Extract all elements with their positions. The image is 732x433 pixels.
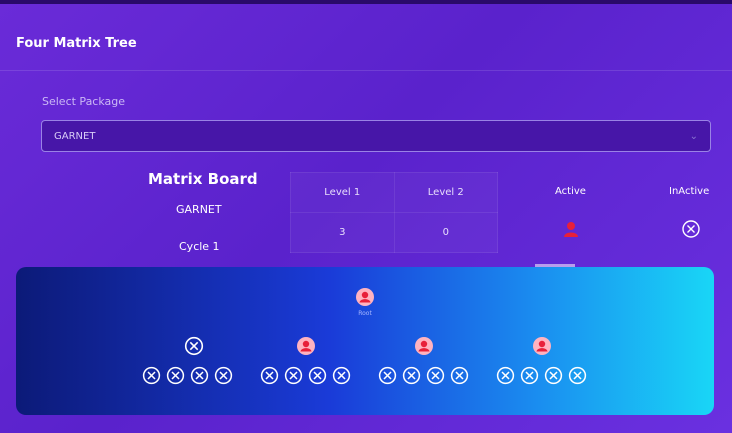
branch-4-slots <box>496 366 587 389</box>
matrix-board-title: Matrix Board <box>148 170 258 188</box>
page-title: Four Matrix Tree <box>16 36 137 51</box>
level-table: Level 1 Level 2 3 0 <box>290 172 498 253</box>
slot-2-2[interactable] <box>284 366 303 389</box>
package-select[interactable]: GARNET ⌄ <box>41 120 711 152</box>
select-package-label: Select Package <box>42 95 126 108</box>
root-label: Root <box>358 310 372 317</box>
user-icon <box>533 337 551 355</box>
root-node[interactable]: Root <box>355 287 375 317</box>
x-circle-icon <box>332 366 351 385</box>
matrix-board-cycle: Cycle 1 <box>179 240 220 253</box>
slot-1-2[interactable] <box>166 366 185 389</box>
x-circle-icon <box>496 366 515 385</box>
x-circle-icon <box>142 366 161 385</box>
legend-inactive-label: InActive <box>669 186 710 197</box>
level-2-value: 0 <box>393 212 498 253</box>
branch-1-slots <box>142 366 233 389</box>
x-circle-icon <box>214 366 233 385</box>
slot-2-1[interactable] <box>260 366 279 389</box>
x-circle-icon <box>568 366 587 385</box>
slot-1-3[interactable] <box>190 366 209 389</box>
level-2-header: Level 2 <box>393 172 498 213</box>
slot-3-3[interactable] <box>426 366 445 389</box>
branch-2-head[interactable] <box>296 336 316 360</box>
branch-2-slots <box>260 366 351 389</box>
x-circle-icon <box>184 336 204 356</box>
x-circle-icon <box>402 366 421 385</box>
x-circle-icon <box>190 366 209 385</box>
root-user-icon <box>356 288 374 306</box>
package-select-value: GARNET <box>54 130 96 142</box>
slot-4-1[interactable] <box>496 366 515 389</box>
branch-3-head[interactable] <box>414 336 434 360</box>
active-user-icon <box>562 220 580 242</box>
slot-3-4[interactable] <box>450 366 469 389</box>
matrix-board-package: GARNET <box>176 203 222 216</box>
chevron-down-icon: ⌄ <box>689 130 698 142</box>
level-1-value: 3 <box>290 212 395 253</box>
x-circle-icon <box>166 366 185 385</box>
x-circle-icon <box>450 366 469 385</box>
x-circle-icon <box>378 366 397 385</box>
slot-3-1[interactable] <box>378 366 397 389</box>
top-bar <box>0 0 732 4</box>
x-circle-icon <box>426 366 445 385</box>
inactive-x-icon <box>681 219 701 243</box>
x-circle-icon <box>284 366 303 385</box>
slot-2-3[interactable] <box>308 366 327 389</box>
branch-1-head[interactable] <box>184 336 204 360</box>
legend-active-label: Active <box>555 186 586 197</box>
slot-4-2[interactable] <box>520 366 539 389</box>
title-divider <box>0 70 732 71</box>
level-1-header: Level 1 <box>290 172 395 213</box>
x-circle-icon <box>308 366 327 385</box>
user-icon <box>415 337 433 355</box>
x-circle-icon <box>520 366 539 385</box>
x-circle-icon <box>260 366 279 385</box>
branch-3-slots <box>378 366 469 389</box>
slot-1-1[interactable] <box>142 366 161 389</box>
slot-4-4[interactable] <box>568 366 587 389</box>
slot-3-2[interactable] <box>402 366 421 389</box>
user-icon <box>297 337 315 355</box>
slot-4-3[interactable] <box>544 366 563 389</box>
branch-4-head[interactable] <box>532 336 552 360</box>
x-circle-icon <box>544 366 563 385</box>
slot-2-4[interactable] <box>332 366 351 389</box>
slot-1-4[interactable] <box>214 366 233 389</box>
